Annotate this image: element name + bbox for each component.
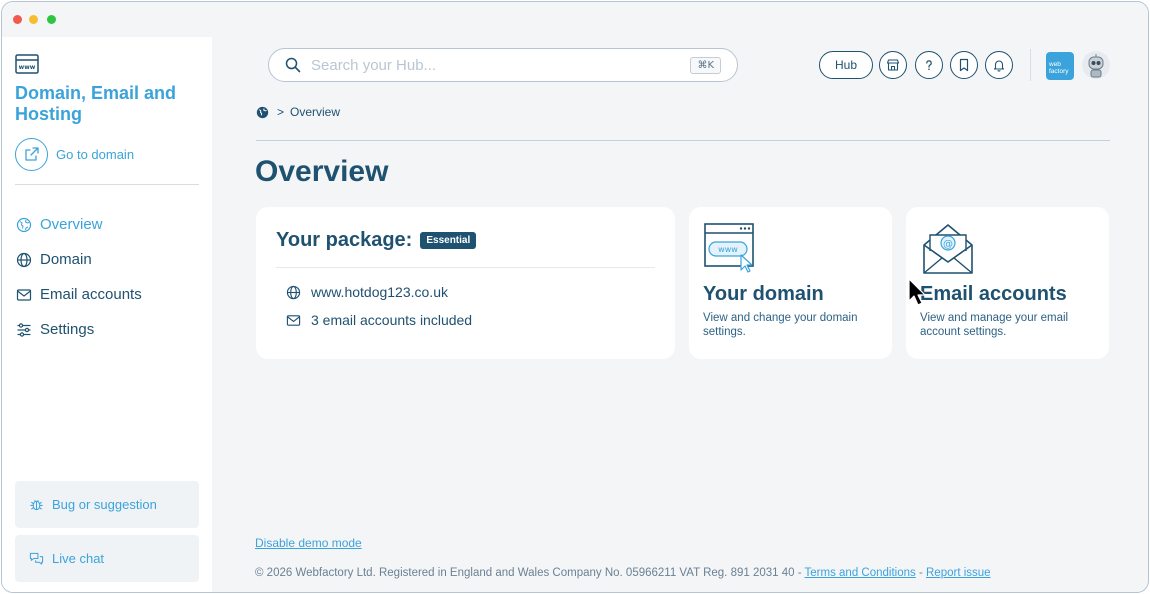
bookmark-icon xyxy=(959,58,969,72)
footer: © 2026 Webfactory Ltd. Registered in Eng… xyxy=(255,567,991,579)
globe-icon xyxy=(16,252,32,267)
disable-demo-mode-link[interactable]: Disable demo mode xyxy=(255,536,362,550)
mail-icon xyxy=(16,288,32,301)
your-domain-card[interactable]: www Your domain View and change your dom… xyxy=(689,207,892,359)
sidebar-item-label: Domain xyxy=(40,251,92,268)
sidebar-divider xyxy=(15,184,199,185)
package-badge: Essential xyxy=(420,232,477,249)
globe-home-icon[interactable] xyxy=(256,106,269,119)
your-domain-description: View and change your domain settings. xyxy=(703,312,858,338)
bug-label: Bug or suggestion xyxy=(52,497,157,512)
your-domain-title: Your domain xyxy=(703,283,824,305)
hub-button[interactable]: Hub xyxy=(819,51,873,79)
report-issue-link[interactable]: Report issue xyxy=(926,567,991,579)
chevron-right-icon: > xyxy=(277,105,285,119)
sidebar-item-email-accounts[interactable]: Email accounts xyxy=(16,277,206,312)
content-divider xyxy=(256,140,1110,141)
page-title: Overview xyxy=(255,155,389,188)
main-content: Search your Hub... ⌘K Hub web factory > … xyxy=(212,37,1148,592)
package-domain: www.hotdog123.co.uk xyxy=(311,284,448,300)
package-emails: 3 email accounts included xyxy=(311,312,473,328)
search-input[interactable]: Search your Hub... xyxy=(311,57,436,74)
bookmarks-button[interactable] xyxy=(950,51,978,79)
package-title: Your package: xyxy=(276,229,413,251)
package-domain-row: www.hotdog123.co.uk xyxy=(286,284,448,300)
email-accounts-description: View and manage your email account setti… xyxy=(920,312,1069,338)
www-icon: www xyxy=(15,54,39,74)
avatar[interactable] xyxy=(1082,51,1110,79)
package-card: Your package: Essential www.hotdog123.co… xyxy=(256,207,675,359)
package-divider xyxy=(276,267,655,268)
search-bar[interactable]: Search your Hub... ⌘K xyxy=(268,48,738,82)
live-chat-label: Live chat xyxy=(52,551,105,566)
terms-link[interactable]: Terms and Conditions xyxy=(805,567,916,579)
browser-www-illustration-icon: www xyxy=(704,223,754,273)
app-window: www Domain, Email and Hosting Go to doma… xyxy=(1,1,1149,593)
breadcrumb: > Overview xyxy=(256,105,340,119)
go-to-domain-label: Go to domain xyxy=(56,146,135,162)
sidebar-nav: Overview Domain Email accounts Settings xyxy=(16,207,206,347)
footer-copyright: © 2026 Webfactory Ltd. Registered in Eng… xyxy=(255,567,805,579)
svg-text:www: www xyxy=(19,64,36,71)
live-chat-button[interactable]: Live chat xyxy=(15,535,199,582)
bell-icon xyxy=(993,60,1005,72)
close-window-button[interactable] xyxy=(13,15,22,24)
sidebar-item-settings[interactable]: Settings xyxy=(16,312,206,347)
mail-icon xyxy=(286,314,301,326)
search-icon xyxy=(285,57,301,73)
sidebar-item-overview[interactable]: Overview xyxy=(16,207,206,242)
sidebar: www Domain, Email and Hosting Go to doma… xyxy=(2,37,212,592)
section-title: Domain, Email and Hosting xyxy=(15,83,177,124)
webfactory-logo: web factory xyxy=(1046,52,1074,80)
question-icon xyxy=(926,60,932,71)
sidebar-item-label: Settings xyxy=(40,321,95,338)
email-accounts-title: Email accounts xyxy=(920,283,1067,305)
store-icon xyxy=(886,59,900,71)
footer-separator: - xyxy=(915,567,926,579)
minimize-window-button[interactable] xyxy=(29,15,38,24)
globe-outline-icon xyxy=(16,217,32,232)
mouse-cursor-icon xyxy=(908,278,926,306)
search-shortcut-badge: ⌘K xyxy=(690,57,721,74)
sidebar-item-label: Overview xyxy=(40,216,103,233)
go-to-domain-button[interactable]: Go to domain xyxy=(15,137,134,171)
package-heading: Your package: Essential xyxy=(276,229,477,252)
notifications-button[interactable] xyxy=(985,51,1013,79)
bug-or-suggestion-button[interactable]: Bug or suggestion xyxy=(15,481,199,528)
title-bar xyxy=(2,2,1148,37)
sliders-icon xyxy=(17,322,31,337)
globe-icon xyxy=(286,285,301,299)
header-divider xyxy=(1030,49,1031,81)
package-email-row: 3 email accounts included xyxy=(286,312,472,328)
sidebar-item-label: Email accounts xyxy=(40,286,142,303)
external-link-icon xyxy=(15,137,48,171)
chat-icon xyxy=(29,552,44,565)
sidebar-item-domain[interactable]: Domain xyxy=(16,242,206,277)
bug-icon xyxy=(30,499,43,511)
email-accounts-card[interactable]: @ Email accounts View and manage your em… xyxy=(906,207,1109,359)
store-button[interactable] xyxy=(879,51,907,79)
svg-text:@: @ xyxy=(943,239,953,250)
help-button[interactable] xyxy=(915,51,943,79)
envelope-at-illustration-icon: @ xyxy=(923,224,973,274)
svg-text:www: www xyxy=(718,245,738,254)
maximize-window-button[interactable] xyxy=(47,15,56,24)
robot-avatar-icon xyxy=(1088,54,1104,78)
breadcrumb-current: Overview xyxy=(290,105,341,119)
